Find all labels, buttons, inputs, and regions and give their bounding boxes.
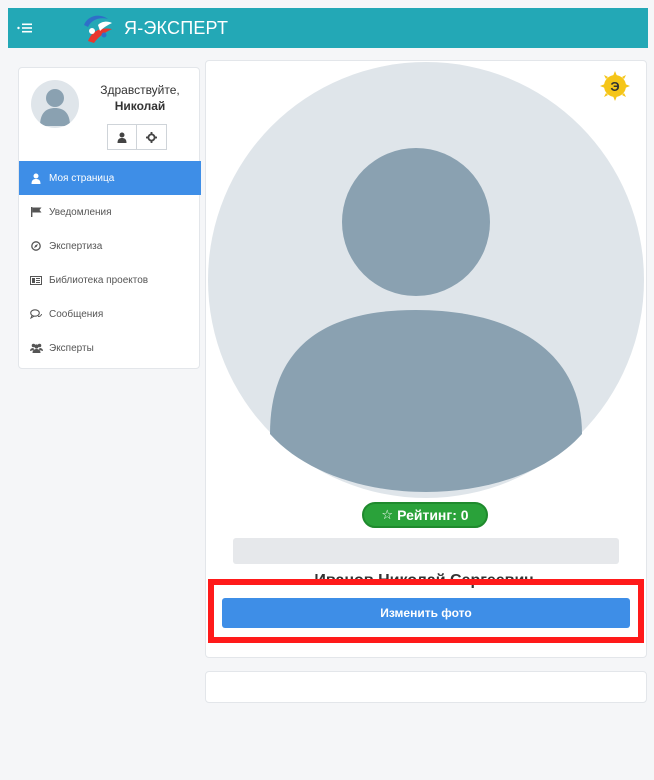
sidebar: Здравствуйте, Николай Моя страница Уведо… [18, 67, 201, 369]
greeting-text: Здравствуйте, [100, 83, 180, 97]
sidebar-item-label: Эксперты [49, 342, 94, 354]
profile-photo [208, 62, 644, 498]
rating-badge: ☆ Рейтинг: 0 [362, 502, 488, 528]
logo[interactable]: Я-ЭКСПЕРТ [78, 11, 228, 45]
rating-label: Рейтинг: 0 [397, 507, 469, 523]
avatar[interactable] [31, 80, 79, 128]
users-icon [29, 341, 43, 355]
sidebar-item-label: Экспертиза [49, 240, 103, 252]
hamburger-icon-glyph [17, 23, 32, 33]
sidebar-item-label: Библиотека проектов [49, 274, 149, 286]
chat-icon [29, 307, 43, 321]
settings-button[interactable] [137, 124, 167, 150]
profile-silhouette-icon [208, 62, 644, 498]
profile-button[interactable] [107, 124, 137, 150]
gear-icon [146, 131, 157, 143]
sidebar-nav: Моя страница Уведомления Экспертиза Библ… [19, 161, 201, 365]
sidebar-item-project-library[interactable]: Библиотека проектов [19, 263, 201, 297]
user-icon [29, 171, 43, 185]
sun-badge-icon: Э [600, 71, 630, 101]
star-icon: ☆ [381, 507, 394, 522]
highlight-frame [208, 579, 644, 643]
sidebar-item-label: Сообщения [49, 308, 104, 320]
user-icon [117, 132, 127, 143]
sidebar-item-notifications[interactable]: Уведомления [19, 195, 201, 229]
expert-badge: Э [600, 71, 630, 101]
logo-icon [84, 15, 112, 43]
sidebar-item-my-page[interactable]: Моя страница [19, 161, 201, 195]
sidebar-item-label: Моя страница [49, 172, 115, 184]
sidebar-item-expertise[interactable]: Экспертиза [19, 229, 201, 263]
user-tools [107, 124, 167, 150]
app-name: Я-ЭКСПЕРТ [124, 17, 229, 38]
flag-icon [29, 205, 43, 219]
sidebar-item-messages[interactable]: Сообщения [19, 297, 201, 331]
top-bar: Я-ЭКСПЕРТ [8, 8, 648, 48]
secondary-card [205, 671, 647, 703]
greeting: Здравствуйте, Николай [85, 82, 195, 114]
sidebar-item-label: Уведомления [49, 206, 112, 218]
status-placeholder [233, 538, 619, 564]
library-icon [29, 273, 43, 287]
sidebar-item-experts[interactable]: Эксперты [19, 331, 201, 365]
user-first-name: Николай [114, 99, 166, 113]
badge-letter: Э [610, 79, 619, 94]
hamburger-icon[interactable] [8, 8, 42, 48]
avatar-silhouette-icon [40, 89, 70, 126]
compass-icon [29, 239, 43, 253]
